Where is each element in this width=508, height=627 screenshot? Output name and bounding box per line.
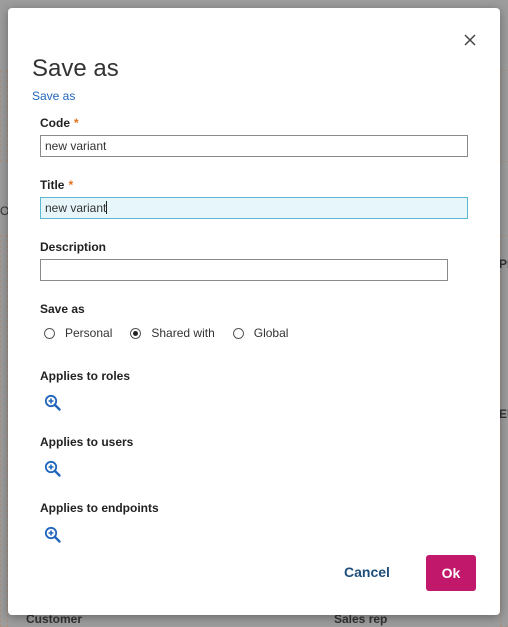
title-label: Title *	[40, 178, 73, 192]
save-as-radio-group: Personal Shared with Global	[44, 326, 306, 340]
save-as-label: Save as	[40, 302, 85, 316]
background-panel	[0, 70, 8, 162]
radio-personal[interactable]: Personal	[44, 326, 112, 340]
radio-shared-with-label: Shared with	[151, 326, 215, 340]
applies-to-roles-label: Applies to roles	[40, 369, 131, 383]
code-label-text: Code	[40, 116, 70, 130]
cancel-button[interactable]: Cancel	[344, 564, 390, 580]
code-label: Code *	[40, 116, 79, 130]
background-text: EU	[499, 407, 508, 421]
radio-global[interactable]: Global	[232, 326, 289, 340]
radio-shared-with-indicator	[130, 327, 142, 339]
zoom-in-icon[interactable]	[44, 394, 62, 412]
radio-personal-indicator	[44, 327, 55, 339]
background-panel	[500, 235, 508, 627]
zoom-in-icon[interactable]	[44, 526, 62, 544]
title-input-value: new variant	[45, 201, 107, 215]
radio-global-indicator	[232, 327, 244, 339]
description-input[interactable]	[40, 259, 448, 281]
text-caret	[106, 201, 108, 214]
radio-personal-label: Personal	[65, 326, 113, 340]
code-input[interactable]: new variant	[40, 135, 468, 157]
title-label-text: Title	[40, 178, 65, 192]
close-button[interactable]	[460, 30, 480, 50]
background-text: PI	[499, 257, 508, 271]
background-panel	[0, 235, 8, 627]
applies-to-endpoints-label: Applies to endpoints	[40, 501, 159, 515]
required-marker: *	[68, 178, 74, 192]
required-marker: *	[74, 116, 79, 130]
zoom-in-icon[interactable]	[44, 460, 62, 478]
description-label: Description	[40, 240, 107, 254]
applies-to-users-label: Applies to users	[40, 435, 134, 449]
radio-global-label: Global	[253, 326, 289, 340]
background-panel	[500, 70, 508, 162]
radio-shared-with[interactable]: Shared with	[130, 326, 215, 340]
dialog-title: Save as	[32, 55, 119, 82]
title-input[interactable]: new variant	[40, 197, 468, 219]
save-as-dialog: Save as Save as Code * new variant Title *…	[8, 8, 500, 615]
close-icon	[464, 34, 476, 46]
breadcrumb-link[interactable]: Save as	[32, 89, 75, 103]
ok-button[interactable]: Ok	[426, 555, 476, 591]
